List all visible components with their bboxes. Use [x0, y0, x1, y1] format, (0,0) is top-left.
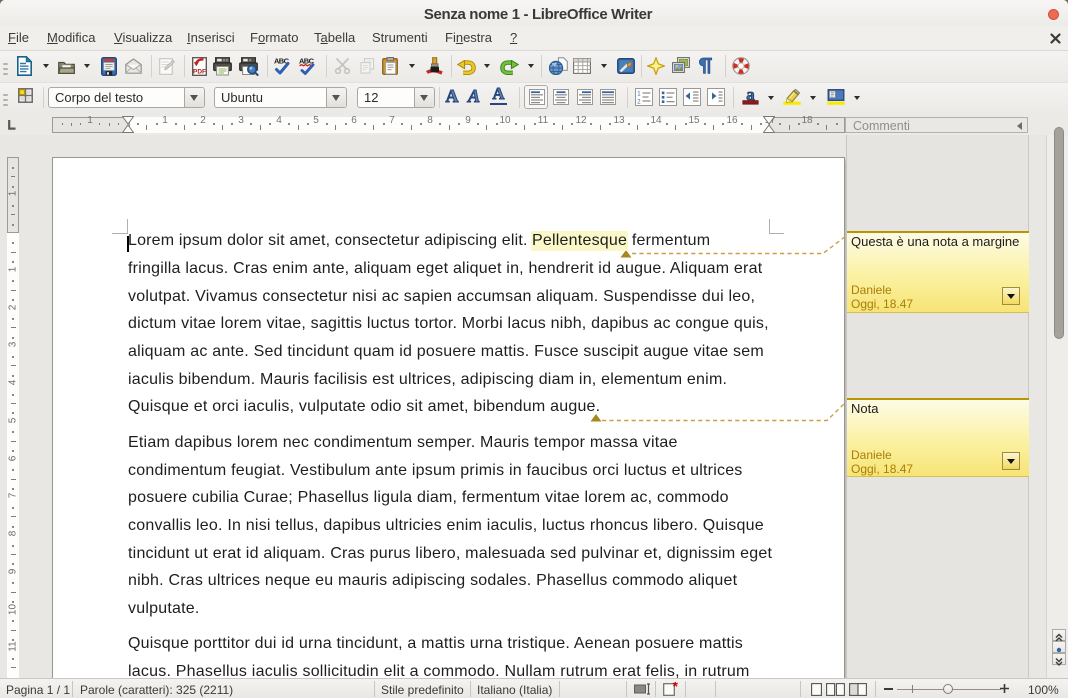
- svg-text:*: *: [672, 682, 678, 694]
- svg-text:PDF: PDF: [193, 68, 206, 75]
